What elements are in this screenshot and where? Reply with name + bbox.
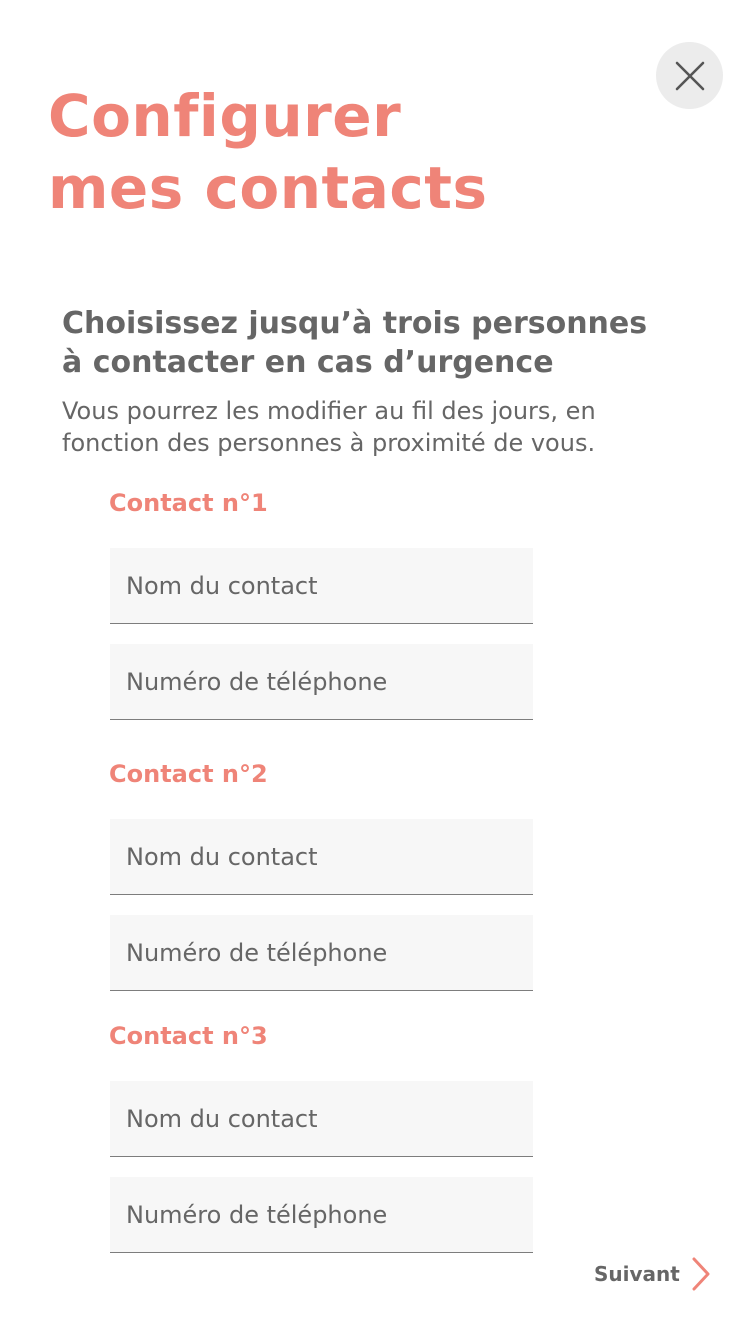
page-title: Configurer mes contacts [48, 80, 608, 224]
page-title-line-2: mes contacts [48, 154, 488, 222]
section-heading: Choisissez jusqu’à trois personnes à con… [62, 304, 702, 382]
contact-3-phone-input[interactable] [110, 1177, 533, 1253]
page-title-line-1: Configurer [48, 82, 402, 150]
section-heading-line-1: Choisissez jusqu’à trois personnes [62, 306, 648, 341]
section-description-line-1: Vous pourrez les modifier au fil des jou… [62, 397, 596, 425]
close-button[interactable] [656, 42, 723, 109]
contact-3-label: Contact n°3 [109, 1022, 268, 1050]
contact-1-label: Contact n°1 [109, 489, 268, 517]
contact-2-phone-input[interactable] [110, 915, 533, 991]
contact-1-name-input[interactable] [110, 548, 533, 624]
contact-1-phone-input[interactable] [110, 644, 533, 720]
section-description: Vous pourrez les modifier au fil des jou… [62, 395, 702, 459]
section-heading-line-2: à contacter en cas d’urgence [62, 345, 554, 380]
next-button-label: Suivant [594, 1262, 680, 1286]
contact-2-name-input[interactable] [110, 819, 533, 895]
contact-3-name-input[interactable] [110, 1081, 533, 1157]
close-icon [675, 61, 704, 90]
next-button[interactable]: Suivant [594, 1256, 712, 1292]
section-description-line-2: fonction des personnes à proximité de vo… [62, 429, 596, 457]
contact-2-label: Contact n°2 [109, 760, 268, 788]
chevron-right-icon [692, 1257, 710, 1291]
